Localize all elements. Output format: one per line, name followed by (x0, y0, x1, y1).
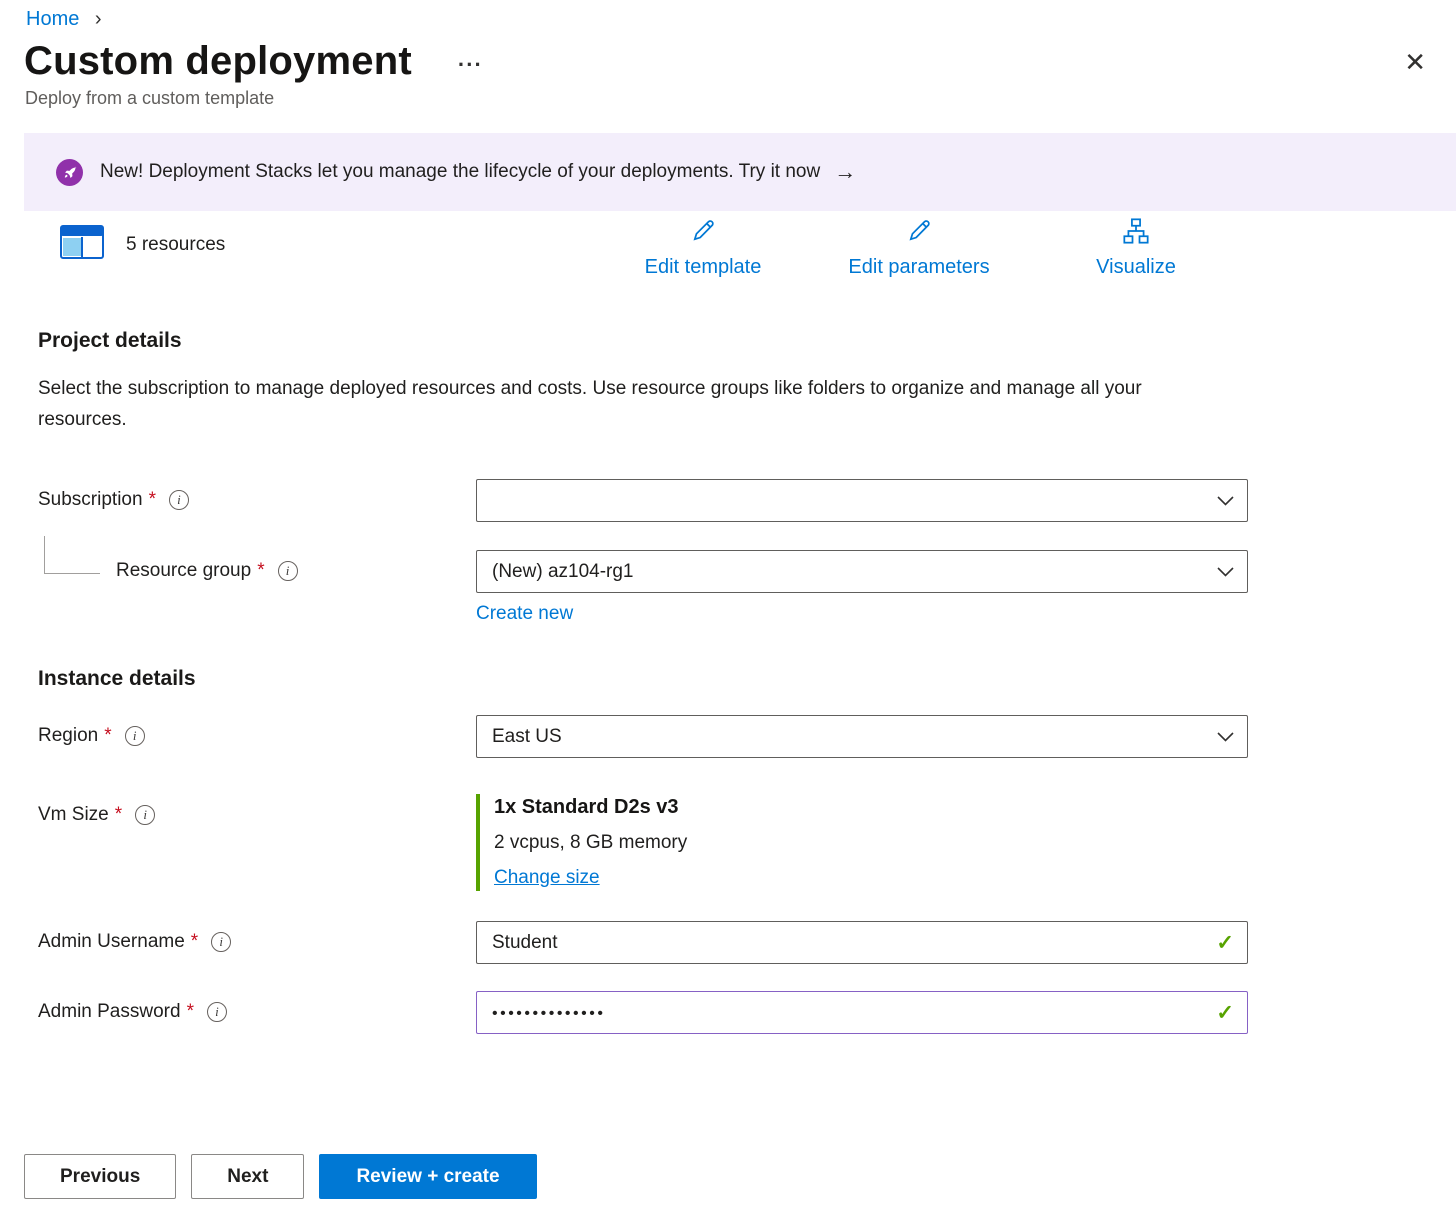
visualize-label: Visualize (1096, 256, 1176, 279)
template-resources: 5 resources (60, 225, 225, 265)
page-title: Custom deployment (24, 39, 412, 84)
previous-button[interactable]: Previous (24, 1154, 176, 1199)
arrow-right-icon[interactable]: → (834, 159, 856, 185)
edit-template-button[interactable]: Edit template (617, 217, 789, 279)
vm-size-label: Vm Size (38, 804, 109, 826)
info-icon[interactable]: i (278, 561, 298, 581)
admin-password-value: •••••••••••••• (492, 1002, 605, 1023)
admin-username-label: Admin Username (38, 931, 185, 953)
admin-password-row: Admin Password * i •••••••••••••• ✓ (0, 991, 1456, 1034)
more-actions-button[interactable]: ··· (458, 52, 483, 84)
valid-check-icon: ✓ (1216, 1000, 1234, 1025)
valid-check-icon: ✓ (1216, 930, 1234, 955)
visualize-button[interactable]: Visualize (1078, 217, 1194, 279)
admin-username-value: Student (492, 932, 558, 954)
project-details-heading: Project details (38, 329, 1456, 353)
chevron-down-icon (1217, 567, 1234, 577)
rocket-icon (56, 159, 83, 186)
breadcrumb-separator-icon: › (95, 8, 102, 30)
pencil-icon (904, 217, 934, 251)
admin-password-label: Admin Password (38, 1001, 181, 1023)
info-icon[interactable]: i (135, 805, 155, 825)
review-create-button[interactable]: Review + create (319, 1154, 536, 1199)
resource-group-select[interactable]: (New) az104-rg1 (476, 550, 1248, 593)
change-size-link[interactable]: Change size (494, 867, 600, 889)
region-row: Region * i East US (0, 715, 1456, 758)
subscription-row: Subscription * i (0, 479, 1456, 522)
resource-group-value: (New) az104-rg1 (492, 561, 634, 583)
region-label: Region (38, 725, 98, 747)
info-icon[interactable]: i (125, 726, 145, 746)
required-asterisk: * (187, 1001, 194, 1023)
footer-actions: Previous Next Review + create (24, 1154, 1456, 1199)
create-new-link[interactable]: Create new (476, 603, 573, 625)
banner-message: New! Deployment Stacks let you manage th… (100, 161, 820, 183)
required-asterisk: * (257, 560, 264, 582)
title-row: Custom deployment ··· ✕ (0, 31, 1456, 84)
edit-parameters-label: Edit parameters (848, 256, 989, 279)
admin-username-row: Admin Username * i Student ✓ (0, 921, 1456, 964)
region-select[interactable]: East US (476, 715, 1248, 758)
org-chart-icon (1121, 217, 1151, 251)
resource-group-label: Resource group (116, 560, 251, 582)
tree-connector (44, 536, 100, 574)
region-value: East US (492, 726, 562, 748)
edit-parameters-button[interactable]: Edit parameters (828, 217, 1010, 279)
info-icon[interactable]: i (211, 932, 231, 952)
custom-deployment-page: Home › Custom deployment ··· ✕ Deploy fr… (0, 0, 1456, 1219)
breadcrumb: Home › (0, 0, 1456, 31)
vm-size-selection: 1x Standard D2s v3 2 vcpus, 8 GB memory … (476, 794, 1248, 891)
pencil-icon (688, 217, 718, 251)
admin-password-input[interactable]: •••••••••••••• ✓ (476, 991, 1248, 1034)
vm-size-title: 1x Standard D2s v3 (494, 796, 1248, 819)
page-subtitle: Deploy from a custom template (0, 88, 1456, 109)
next-button[interactable]: Next (191, 1154, 304, 1199)
project-details-description: Select the subscription to manage deploy… (38, 373, 1188, 435)
required-asterisk: * (115, 804, 122, 826)
resource-group-row: Resource group * i (New) az104-rg1 Creat… (0, 550, 1456, 625)
required-asterisk: * (191, 931, 198, 953)
instance-details-heading: Instance details (38, 667, 1456, 691)
chevron-down-icon (1217, 732, 1234, 742)
admin-username-input[interactable]: Student ✓ (476, 921, 1248, 964)
required-asterisk: * (149, 489, 156, 511)
breadcrumb-home-link[interactable]: Home (26, 8, 79, 30)
required-asterisk: * (104, 725, 111, 747)
info-icon[interactable]: i (169, 490, 189, 510)
template-bar: 5 resources Edit template Edit parameter… (0, 213, 1456, 293)
vm-size-detail: 2 vcpus, 8 GB memory (494, 832, 1248, 854)
deployment-stacks-banner: New! Deployment Stacks let you manage th… (24, 133, 1456, 211)
close-icon[interactable]: ✕ (1404, 49, 1426, 75)
chevron-down-icon (1217, 496, 1234, 506)
resources-count: 5 resources (126, 234, 225, 256)
vm-size-row: Vm Size * i 1x Standard D2s v3 2 vcpus, … (0, 794, 1456, 891)
template-icon (60, 225, 104, 265)
edit-template-label: Edit template (645, 256, 762, 279)
subscription-label: Subscription (38, 489, 143, 511)
subscription-select[interactable] (476, 479, 1248, 522)
info-icon[interactable]: i (207, 1002, 227, 1022)
